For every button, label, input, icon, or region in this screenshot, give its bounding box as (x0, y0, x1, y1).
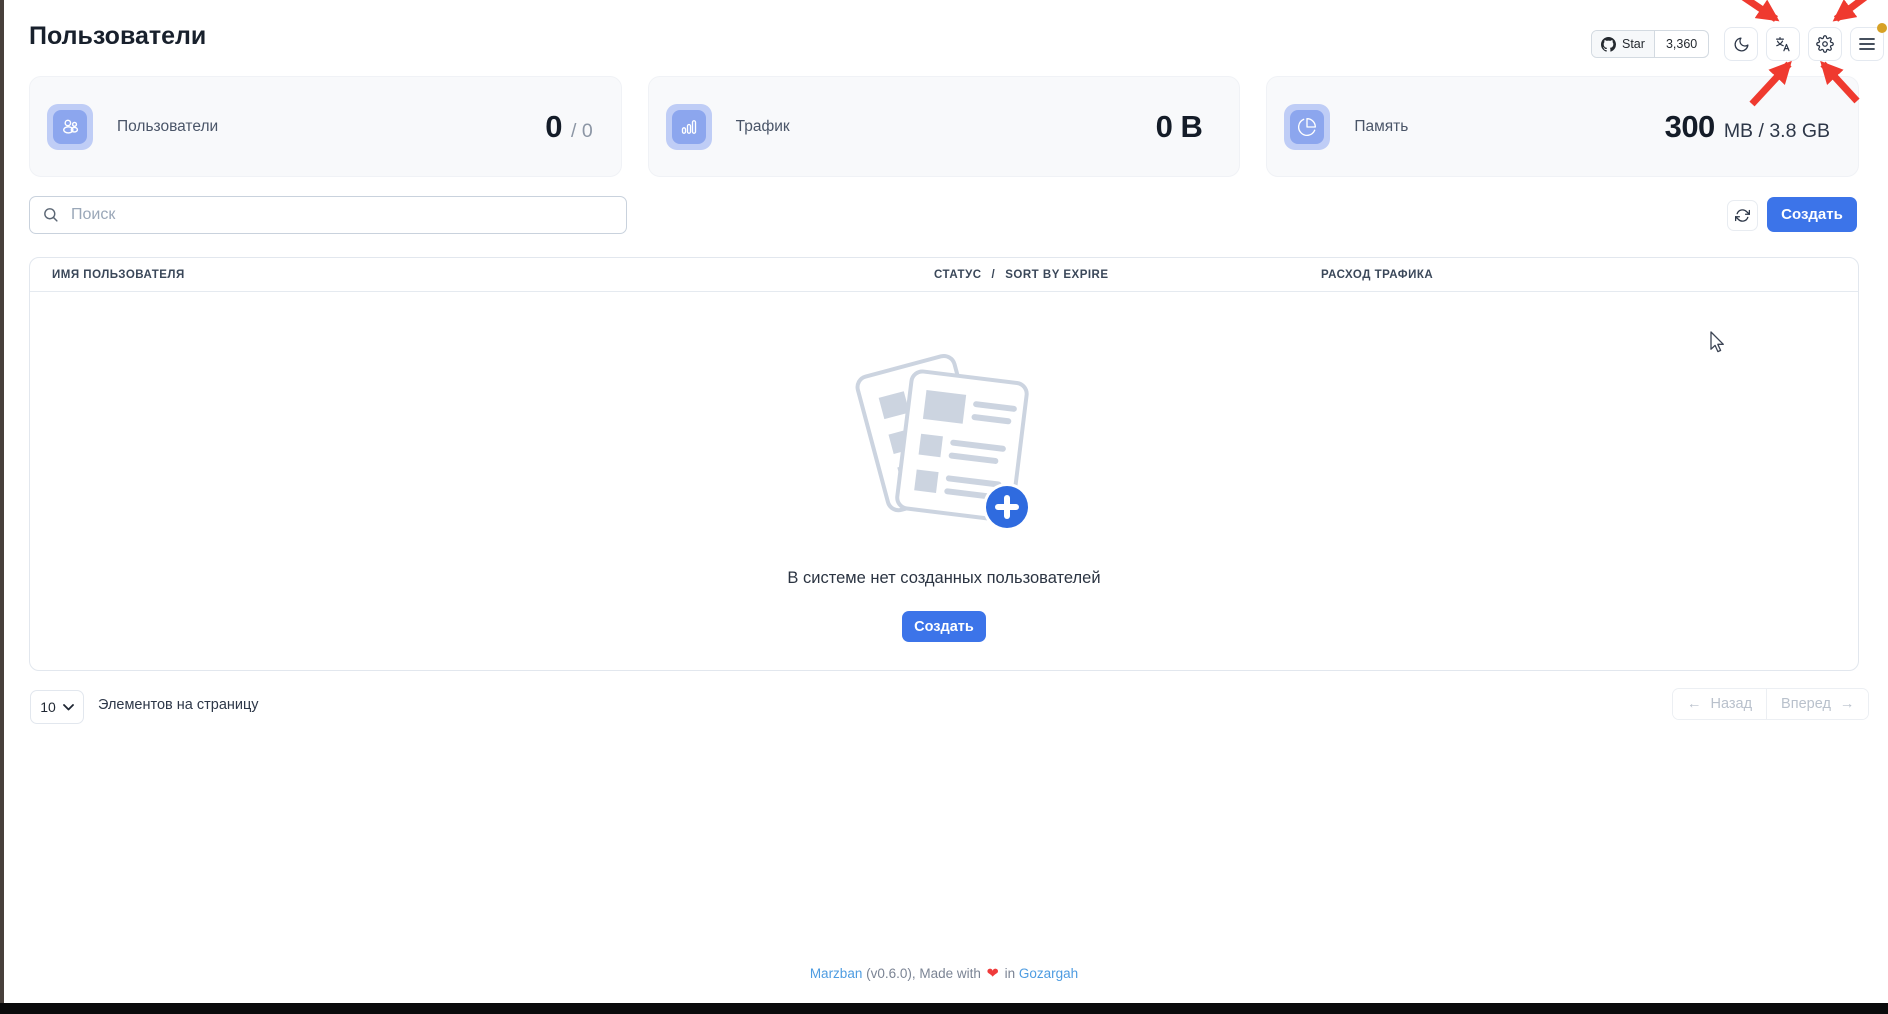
marzban-users-page: Пользователи Star 3,360 (0, 0, 1888, 1014)
bar-chart-icon (679, 117, 699, 137)
sort-divider: / (992, 269, 996, 281)
prev-page-button[interactable]: ← Назад (1673, 689, 1766, 719)
search-input[interactable] (29, 196, 627, 234)
next-page-button[interactable]: Вперед → (1766, 689, 1868, 719)
column-header-status-expire: СТАТУС / SORT BY EXPIRE (934, 258, 1109, 291)
per-page-select[interactable]: 10 (30, 690, 84, 724)
per-page-label: Элементов на страницу (98, 697, 259, 713)
next-page-label: Вперед (1781, 696, 1831, 712)
traffic-icon-chip (666, 104, 712, 150)
menu-button[interactable] (1850, 27, 1884, 61)
sort-by-status[interactable]: СТАТУС (934, 269, 982, 281)
stat-card-memory: Память 300 MB / 3.8 GB (1266, 76, 1859, 177)
stat-label: Память (1354, 118, 1408, 136)
users-icon-chip (47, 104, 93, 150)
stat-value: 300 (1665, 109, 1715, 145)
github-star-count: 3,360 (1655, 31, 1708, 57)
pagination-buttons: ← Назад Вперед → (1672, 688, 1869, 720)
footer-version-text: (v0.6.0), Made with (866, 966, 981, 981)
language-button[interactable] (1766, 27, 1800, 61)
page-title: Пользователи (29, 22, 206, 51)
translate-icon (1774, 35, 1792, 53)
stat-label: Пользователи (117, 118, 218, 136)
search-box (29, 196, 627, 234)
stat-card-traffic: Трафик 0 B (648, 76, 1241, 177)
refresh-button[interactable] (1727, 200, 1758, 231)
pie-chart-icon (1297, 117, 1317, 137)
memory-icon-chip (1284, 104, 1330, 150)
screen-bottom-edge (0, 1003, 1888, 1014)
arrow-left-icon: ← (1687, 696, 1702, 712)
moon-icon (1733, 36, 1750, 53)
gozargah-link[interactable]: Gozargah (1019, 966, 1078, 981)
heart-icon: ❤ (985, 966, 1001, 982)
settings-button[interactable] (1808, 27, 1842, 61)
dark-mode-button[interactable] (1724, 27, 1758, 61)
hamburger-icon (1859, 37, 1875, 51)
arrow-right-icon: → (1840, 696, 1855, 712)
per-page-value: 10 (40, 699, 56, 715)
top-toolbar: Star 3,360 (1591, 27, 1884, 61)
chevron-down-icon (63, 704, 74, 711)
users-table: ИМЯ ПОЛЬЗОВАТЕЛЯ СТАТУС / SORT BY EXPIRE… (29, 257, 1859, 671)
stat-suffix: / 0 (571, 120, 593, 143)
marzban-link[interactable]: Marzban (810, 966, 863, 981)
empty-state-create-button[interactable]: Создать (902, 611, 986, 642)
github-star-label: Star (1622, 37, 1645, 51)
stat-suffix: MB / 3.8 GB (1724, 120, 1830, 143)
users-icon (60, 116, 81, 137)
empty-state-message: В системе нет созданных пользователей (787, 569, 1100, 588)
column-header-traffic[interactable]: РАСХОД ТРАФИКА (1321, 258, 1433, 291)
refresh-icon (1735, 208, 1750, 223)
stat-label: Трафик (736, 118, 790, 136)
stat-value: 0 B (1156, 109, 1203, 145)
footer-in-text: in (1005, 966, 1016, 981)
table-empty-state: В системе нет созданных пользователей Со… (30, 291, 1858, 670)
sort-by-expire[interactable]: SORT BY EXPIRE (1005, 269, 1108, 281)
stat-card-users: Пользователи 0 / 0 (29, 76, 622, 177)
column-header-username[interactable]: ИМЯ ПОЛЬЗОВАТЕЛЯ (52, 258, 185, 291)
table-header-row: ИМЯ ПОЛЬЗОВАТЕЛЯ СТАТУС / SORT BY EXPIRE… (30, 258, 1858, 292)
screen-left-edge (0, 0, 4, 1014)
prev-page-label: Назад (1711, 696, 1753, 712)
stat-value: 0 (545, 109, 562, 145)
footer: Marzban (v0.6.0), Made with ❤ in Gozarga… (0, 966, 1888, 982)
create-user-button[interactable]: Создать (1767, 197, 1857, 232)
empty-state-illustration (842, 346, 1047, 543)
github-star-button[interactable]: Star 3,360 (1591, 30, 1709, 58)
notification-dot (1877, 23, 1887, 33)
stats-row: Пользователи 0 / 0 Трафик 0 B (29, 76, 1859, 177)
gear-icon (1816, 35, 1834, 53)
add-circle-icon (983, 483, 1031, 531)
github-logo-icon (1601, 37, 1616, 52)
